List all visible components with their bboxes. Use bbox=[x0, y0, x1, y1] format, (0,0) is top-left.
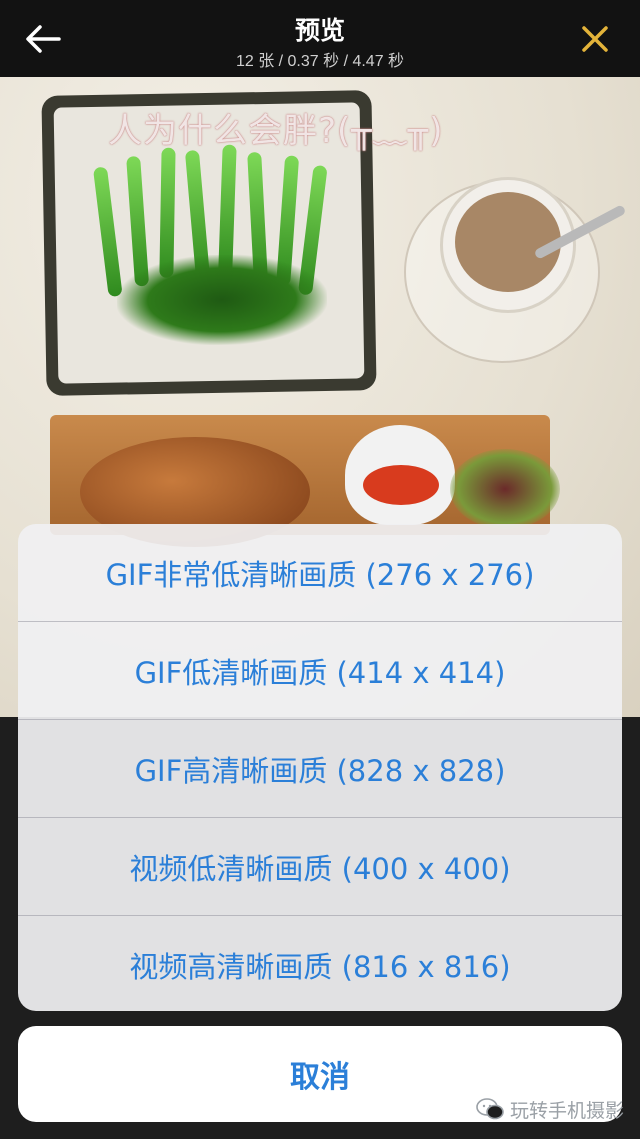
preview-stats: 12 张 / 0.37 秒 / 4.47 秒 bbox=[235, 53, 405, 70]
close-icon bbox=[582, 26, 608, 52]
option-gif-very-low-quality[interactable]: GIF非常低清晰画质 (276 x 276) bbox=[18, 524, 622, 622]
wechat-icon bbox=[476, 1098, 504, 1120]
sauce-dish-shape bbox=[345, 425, 455, 525]
option-video-low-quality[interactable]: 视频低清晰画质 (400 x 400) bbox=[18, 818, 622, 916]
salad-shape bbox=[450, 449, 560, 529]
watermark: 玩转手机摄影 bbox=[476, 1094, 624, 1124]
option-video-high-quality[interactable]: 视频高清晰画质 (816 x 816) bbox=[18, 916, 622, 1011]
watermark-text: 玩转手机摄影 bbox=[509, 1099, 624, 1122]
close-button[interactable] bbox=[574, 18, 616, 60]
export-quality-action-sheet: GIF非常低清晰画质 (276 x 276) GIF低清晰画质 (414 x 4… bbox=[18, 524, 622, 1011]
navigation-bar: 预览 12 张 / 0.37 秒 / 4.47 秒 bbox=[0, 0, 640, 77]
page-title: 预览 bbox=[294, 16, 345, 45]
option-gif-high-quality[interactable]: GIF高清晰画质 (828 x 828) bbox=[18, 720, 622, 818]
preview-caption: 人为什么会胖?(╥﹏╥) bbox=[108, 111, 444, 151]
option-gif-low-quality[interactable]: GIF低清晰画质 (414 x 414) bbox=[18, 622, 622, 720]
